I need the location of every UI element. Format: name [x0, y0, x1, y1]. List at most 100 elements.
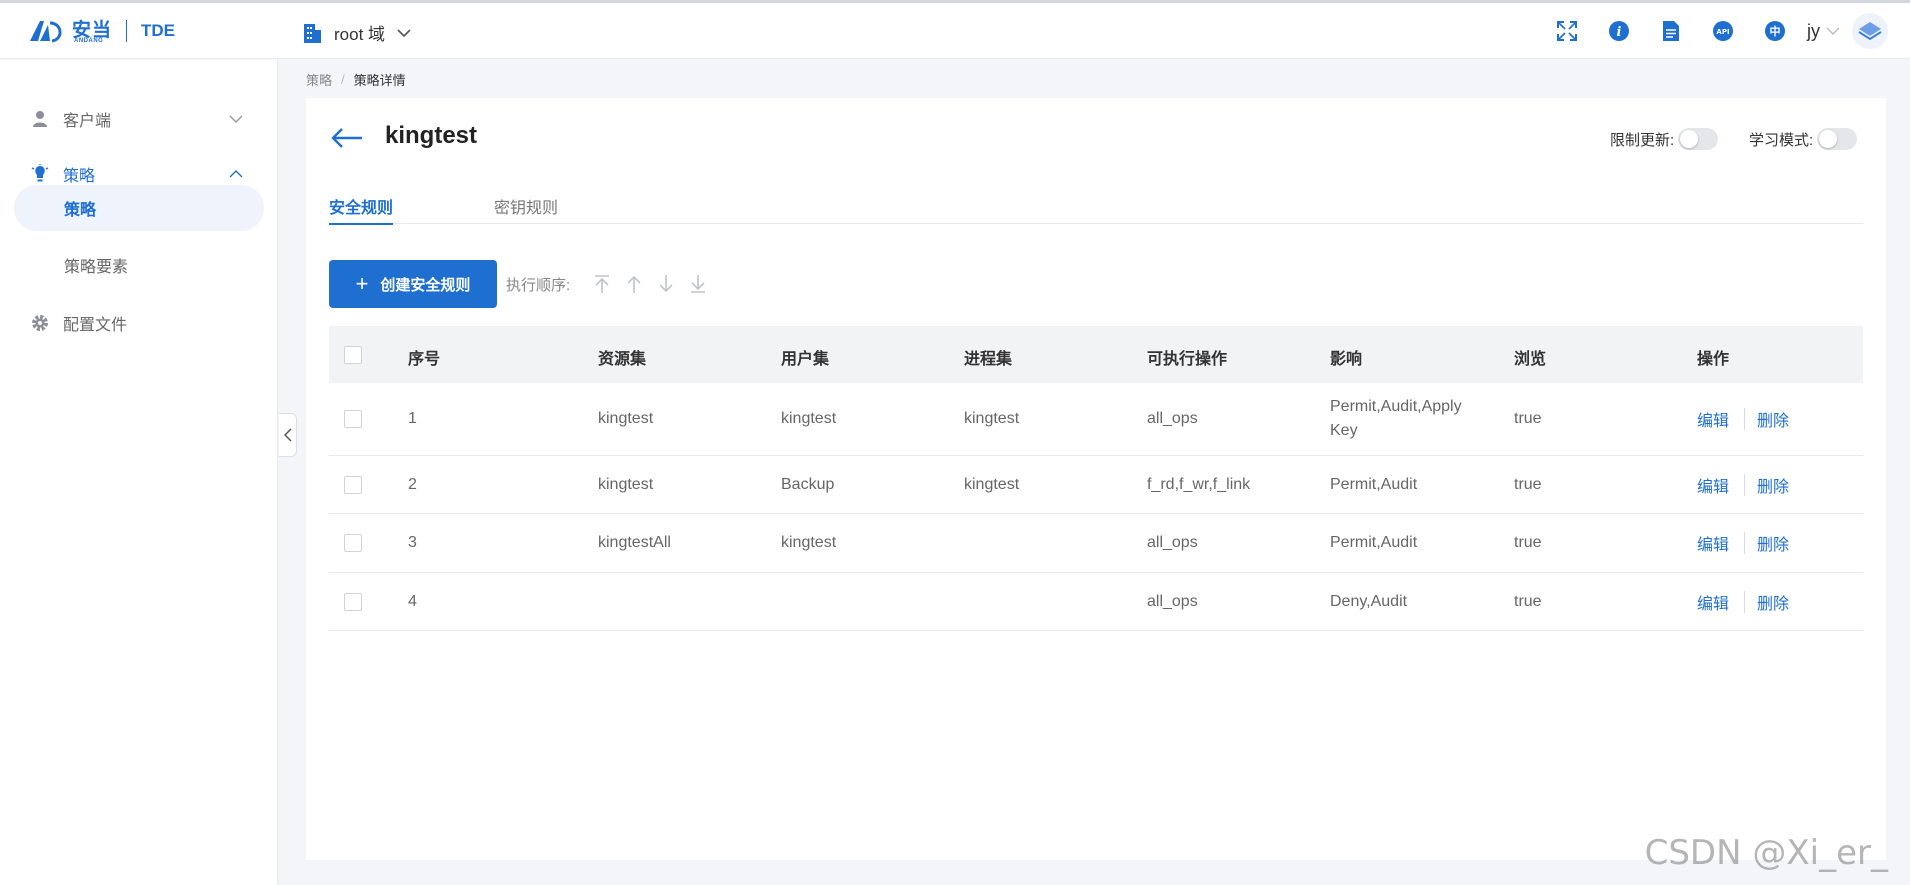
api-icon[interactable]: API	[1707, 15, 1739, 47]
product-name: TDE	[141, 21, 176, 40]
cell-browse: true	[1514, 410, 1542, 427]
sidebar-subitem-policy[interactable]: 策略	[14, 185, 264, 231]
cell-resource: kingtest	[598, 476, 654, 493]
exec-order-label: 执行顺序:	[506, 277, 571, 294]
row-checkbox[interactable]	[344, 534, 362, 552]
action-divider	[1744, 532, 1745, 554]
delete-link[interactable]: 删除	[1757, 531, 1789, 555]
edit-link[interactable]: 编辑	[1697, 531, 1729, 555]
chevron-down-icon	[397, 28, 411, 37]
table-row: 4 all_ops Deny,Audit true 编辑 删除	[329, 573, 1863, 631]
cell-resource: kingtest	[598, 410, 654, 427]
table-row: 1 kingtest kingtest kingtest all_ops Per…	[329, 383, 1863, 456]
domain-label: root 域	[334, 25, 386, 44]
delete-link[interactable]: 删除	[1757, 407, 1789, 431]
sidebar: 客户端 策略 策略 策略要素 配置文件	[0, 60, 278, 885]
tab-key-rules[interactable]: 密钥规则	[494, 194, 558, 224]
table-header: 序号 资源集 用户集 进程集 可执行操作 影响 浏览 操作	[329, 326, 1863, 383]
row-checkbox[interactable]	[344, 476, 362, 494]
tabs: 安全规则 密钥规则	[329, 194, 1863, 225]
domain-selector[interactable]: root 域	[302, 20, 411, 45]
chevron-down-icon[interactable]	[1826, 26, 1840, 36]
cell-ops: all_ops	[1147, 534, 1198, 551]
delete-link[interactable]: 删除	[1757, 473, 1789, 497]
cell-effect: Deny,Audit	[1330, 593, 1408, 610]
learn-mode-label: 学习模式:	[1749, 131, 1814, 149]
cell-process: kingtest	[964, 476, 1020, 493]
tab-security-rules[interactable]: 安全规则	[329, 194, 394, 225]
move-bottom-icon[interactable]	[686, 272, 710, 296]
edit-link[interactable]: 编辑	[1697, 407, 1729, 431]
sidebar-subitem-policy-elements[interactable]: 策略要素	[14, 242, 264, 288]
edit-link[interactable]: 编辑	[1697, 590, 1729, 614]
back-arrow-icon[interactable]	[330, 126, 364, 150]
cell-browse: true	[1514, 593, 1542, 610]
svg-text:i: i	[1617, 25, 1622, 40]
row-checkbox[interactable]	[344, 593, 362, 611]
cell-effect: Permit,Audit	[1330, 476, 1418, 493]
limit-update-toggle-group: 限制更新:	[1610, 128, 1719, 150]
user-icon	[30, 109, 50, 129]
breadcrumb-separator: /	[341, 72, 345, 87]
info-icon[interactable]: i	[1603, 15, 1635, 47]
cell-no: 2	[408, 476, 417, 493]
rules-table: 序号 资源集 用户集 进程集 可执行操作 影响 浏览 操作 1 kingtest…	[329, 326, 1863, 631]
content-card: kingtest 限制更新: 学习模式: 安全规则 密钥规则 + 创建安全规则 …	[306, 98, 1886, 860]
sidebar-item-label: 配置文件	[63, 317, 128, 334]
cell-ops: all_ops	[1147, 410, 1198, 427]
watermark: CSDN @Xi_er_	[1644, 833, 1888, 873]
logo-divider	[126, 20, 128, 42]
sidebar-item-config-files[interactable]: 配置文件	[0, 303, 278, 343]
logo[interactable]: 安当 ANDANG TDE	[28, 17, 175, 45]
action-divider	[1744, 474, 1745, 496]
create-security-rule-button[interactable]: + 创建安全规则	[329, 260, 497, 308]
cell-no: 4	[408, 593, 417, 610]
document-icon[interactable]	[1655, 15, 1687, 47]
sidebar-subitem-label: 策略要素	[64, 259, 129, 276]
chevron-left-icon	[283, 428, 292, 442]
cell-ops: f_rd,f_wr,f_link	[1147, 476, 1251, 493]
sidebar-collapse-toggle[interactable]	[279, 413, 297, 457]
cell-resource: kingtestAll	[598, 534, 671, 551]
column-header: 浏览	[1514, 351, 1547, 368]
language-icon[interactable]: 中	[1759, 15, 1791, 47]
table-row: 3 kingtestAll kingtest all_ops Permit,Au…	[329, 514, 1863, 573]
delete-link[interactable]: 删除	[1757, 590, 1789, 614]
logo-mark-icon	[30, 21, 62, 43]
column-header: 资源集	[598, 351, 647, 368]
building-icon	[304, 23, 321, 43]
edit-link[interactable]: 编辑	[1697, 473, 1729, 497]
cell-user: Backup	[781, 476, 835, 493]
breadcrumb: 策略 / 策略详情	[306, 70, 406, 89]
column-header: 序号	[408, 351, 441, 368]
cell-effect: Permit,Audit,Apply	[1330, 398, 1462, 415]
user-name[interactable]: jy	[1807, 21, 1820, 42]
page-title: kingtest	[385, 122, 478, 149]
cell-no: 1	[408, 410, 417, 427]
learn-mode-switch[interactable]	[1817, 128, 1858, 150]
action-divider	[1744, 591, 1745, 613]
column-header: 操作	[1697, 351, 1730, 368]
chevron-up-icon	[229, 170, 243, 178]
column-header: 影响	[1330, 351, 1363, 368]
move-down-icon[interactable]	[654, 272, 678, 296]
move-top-icon[interactable]	[590, 272, 614, 296]
bulb-icon	[30, 164, 50, 184]
cell-effect-cont: Key	[1330, 422, 1358, 439]
create-security-rule-label: 创建安全规则	[380, 276, 471, 294]
breadcrumb-parent[interactable]: 策略	[306, 70, 332, 89]
row-checkbox[interactable]	[344, 410, 362, 428]
column-header: 可执行操作	[1147, 351, 1228, 368]
cell-browse: true	[1514, 476, 1542, 493]
select-all-checkbox[interactable]	[344, 346, 362, 364]
move-up-icon[interactable]	[622, 272, 646, 296]
cell-no: 3	[408, 534, 417, 551]
avatar[interactable]	[1852, 13, 1888, 49]
limit-update-switch[interactable]	[1678, 128, 1719, 150]
plus-icon: +	[355, 271, 369, 296]
sidebar-item-label: 客户端	[63, 113, 112, 130]
breadcrumb-current: 策略详情	[353, 73, 406, 88]
fullscreen-icon[interactable]	[1551, 15, 1583, 47]
cell-process: kingtest	[964, 410, 1020, 427]
sidebar-item-client[interactable]: 客户端	[0, 99, 278, 139]
